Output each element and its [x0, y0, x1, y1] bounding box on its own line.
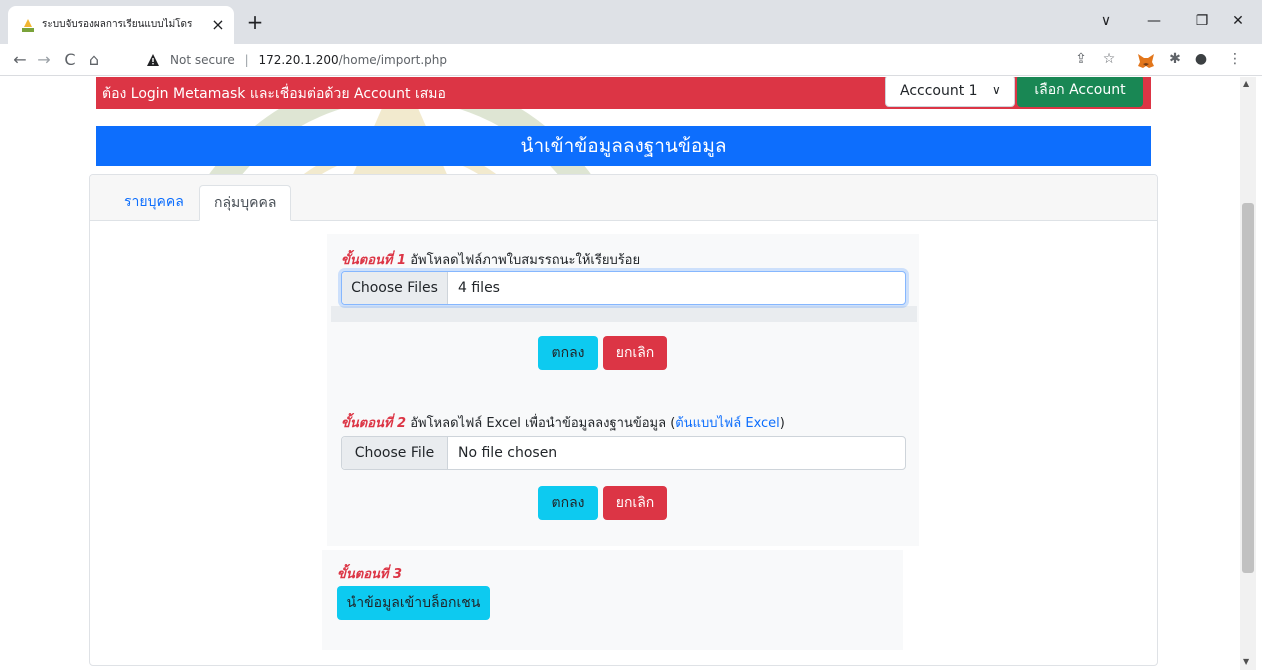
page-scrollbar[interactable]: ▲ ▼ [1240, 77, 1256, 670]
step2-text-close: ) [779, 416, 785, 431]
url-path: /home/import.php [338, 53, 447, 67]
scroll-up-icon[interactable]: ▲ [1243, 79, 1249, 88]
step2-number: ขั้นตอนที่ 2 [341, 416, 407, 431]
metamask-icon[interactable] [1137, 51, 1155, 71]
tab-title: ระบบจับรองผลการเรียนแบบไม่โดร [42, 19, 192, 30]
browser-tab-bar: ระบบจับรองผลการเรียนแบบไม่โดร × + ∨ — ❐ … [0, 0, 1262, 44]
forward-icon[interactable]: → [34, 49, 54, 71]
scrollbar-thumb[interactable] [1242, 203, 1254, 573]
step2-label: ขั้นตอนที่ 2 อัพโหลดไฟล์ Excel เพื่อนำข้… [341, 415, 785, 433]
security-label: Not secure [170, 53, 235, 67]
address-bar: ← → C ⌂ Not secure | 172.20.1.200/home/i… [0, 44, 1262, 76]
step1-text: อัพโหลดไฟล์ภาพใบสมรรถนะให้เรียบร้อย [406, 253, 641, 268]
url-host: 172.20.1.200 [258, 53, 339, 67]
page-title: นำเข้าข้อมูลลงฐานข้อมูล [96, 126, 1151, 166]
home-icon[interactable]: ⌂ [84, 49, 104, 71]
restore-icon[interactable]: ❐ [1190, 10, 1214, 32]
step1-number: ขั้นตอนที่ 1 [341, 253, 407, 268]
star-icon[interactable]: ☆ [1100, 49, 1118, 69]
step2-file-value: No file chosen [458, 445, 558, 461]
metamask-notice-bar: ต้อง Login Metamask และเชื่อมต่อด้วย Acc… [96, 77, 1151, 109]
tab-close-icon[interactable]: × [208, 15, 228, 35]
tab-group[interactable]: กลุ่มบุคคล [199, 185, 292, 221]
chevron-down-icon: ∨ [992, 83, 1001, 97]
tab-search-icon[interactable]: ∨ [1094, 10, 1118, 32]
step1-ok-button[interactable]: ตกลง [538, 336, 598, 370]
window-close-icon[interactable]: ✕ [1226, 10, 1250, 32]
step3-label: ขั้นตอนที่ 3 [337, 566, 402, 584]
step2-choose-file-button[interactable]: Choose File [342, 437, 448, 469]
step2-file-input[interactable]: Choose File No file chosen [341, 436, 906, 470]
blockchain-import-button[interactable]: นำข้อมูลเข้าบล็อกเชน [337, 586, 490, 620]
step1-choose-files-button[interactable]: Choose Files [342, 272, 448, 304]
step2-ok-button[interactable]: ตกลง [538, 486, 598, 520]
menu-icon[interactable]: ⋮ [1226, 49, 1244, 69]
step1-cancel-button[interactable]: ยกเลิก [603, 336, 667, 370]
scroll-down-icon[interactable]: ▼ [1243, 657, 1249, 666]
url-separator: | [244, 53, 249, 67]
step2-text: อัพโหลดไฟล์ Excel เพื่อนำข้อมูลลงฐานข้อม… [406, 416, 676, 431]
select-account-button[interactable]: เลือก Account [1017, 77, 1143, 107]
step2-cancel-button[interactable]: ยกเลิก [603, 486, 667, 520]
step1-panel-footer [331, 306, 917, 322]
step1-file-input[interactable]: Choose Files 4 files [341, 271, 906, 305]
new-tab-icon[interactable]: + [244, 12, 266, 34]
account-select[interactable]: Acccount 1 ∨ [885, 77, 1015, 107]
puzzle-icon[interactable]: ✱ [1166, 49, 1184, 69]
metamask-notice-text: ต้อง Login Metamask และเชื่อมต่อด้วย Acc… [102, 86, 446, 102]
profile-icon[interactable]: ● [1192, 49, 1210, 69]
card-header: รายบุคคล กลุ่มบุคคล [90, 175, 1157, 221]
step3-number: ขั้นตอนที่ 3 [337, 567, 403, 582]
browser-tab[interactable]: ระบบจับรองผลการเรียนแบบไม่โดร × [8, 6, 234, 44]
reload-icon[interactable]: C [60, 49, 80, 71]
share-icon[interactable]: ⇪ [1072, 49, 1090, 69]
excel-template-link[interactable]: ต้นแบบไฟล์ Excel [675, 416, 780, 431]
page-viewport: ต้อง Login Metamask และเชื่อมต่อด้วย Acc… [0, 77, 1262, 670]
site-favicon-icon [22, 19, 34, 32]
tab-individual[interactable]: รายบุคคล [110, 185, 198, 221]
url-text: Not secure | 172.20.1.200/home/import.ph… [170, 52, 447, 68]
minimize-icon[interactable]: — [1142, 10, 1166, 32]
not-secure-warning-icon [147, 54, 159, 66]
step1-label: ขั้นตอนที่ 1 อัพโหลดไฟล์ภาพใบสมรรถนะให้เ… [341, 252, 640, 270]
back-icon[interactable]: ← [10, 49, 30, 71]
step1-file-value: 4 files [458, 280, 500, 296]
account-select-value: Acccount 1 [900, 83, 978, 99]
